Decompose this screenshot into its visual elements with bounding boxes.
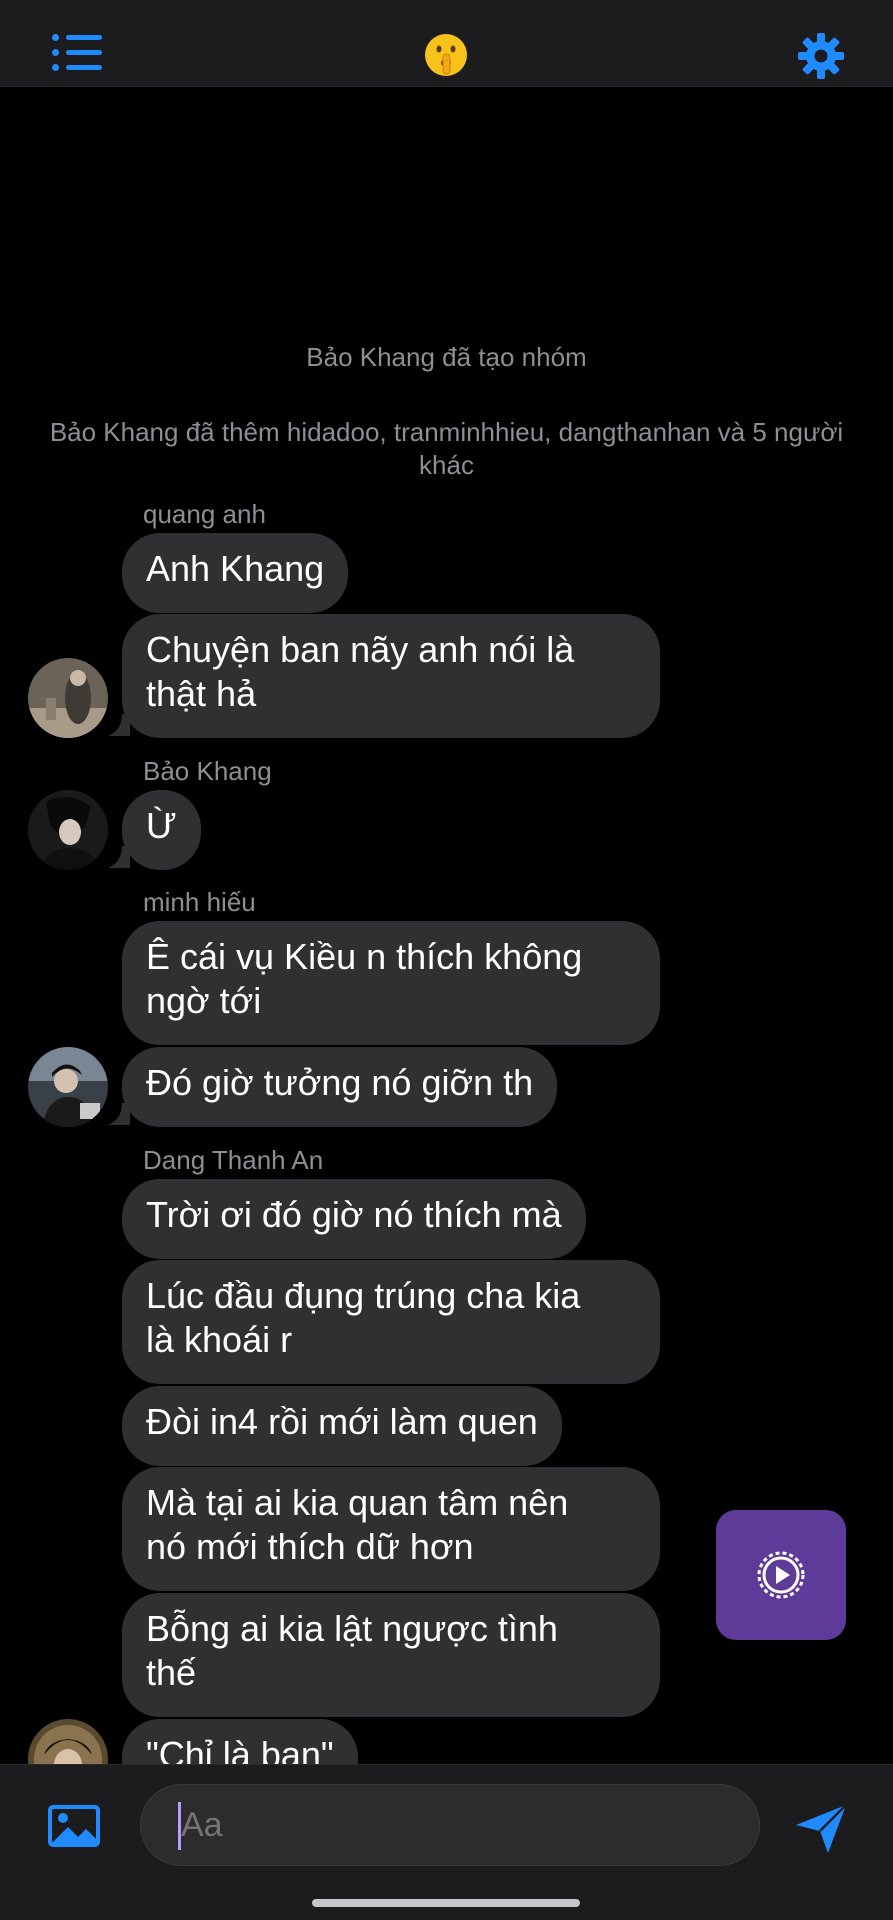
message-bubble[interactable]: Ê cái vụ Kiều n thích không ngờ tới xyxy=(122,921,660,1045)
message-bubble[interactable]: Mà tại ai kia quan tâm nên nó mới thích … xyxy=(122,1467,660,1591)
message-bubble[interactable]: Chuyện ban nãy anh nói là thật hả xyxy=(122,614,660,738)
avatar[interactable] xyxy=(28,790,108,870)
sender-name: minh hiếu xyxy=(143,887,256,917)
home-indicator xyxy=(312,1899,580,1907)
play-circle-icon xyxy=(757,1551,805,1599)
system-message: Bảo Khang đã tạo nhóm xyxy=(306,342,587,372)
message-input[interactable] xyxy=(140,1784,760,1866)
bubble-tail xyxy=(108,1103,130,1125)
sender-name: quang anh xyxy=(143,499,266,529)
bubble-tail xyxy=(108,714,130,736)
gear-icon[interactable] xyxy=(796,31,846,81)
message-bubble[interactable]: Anh Khang xyxy=(122,533,349,613)
message-bubble[interactable]: "Chỉ là bạn" xyxy=(122,1719,358,1764)
shushing-face-emoji xyxy=(425,34,467,76)
message-composer xyxy=(0,1764,893,1920)
sender-name: Dang Thanh An xyxy=(143,1145,324,1175)
message-bubble[interactable]: Lúc đầu đụng trúng cha kia là khoái r xyxy=(122,1260,660,1384)
top-bar xyxy=(0,0,893,87)
avatar[interactable] xyxy=(28,658,108,738)
text-caret xyxy=(178,1802,181,1850)
message-bubble[interactable]: Đòi in4 rồi mới làm quen xyxy=(122,1386,562,1466)
bubble-tail xyxy=(108,846,130,868)
system-message: Bảo Khang đã thêm hidadoo, tranminhhieu,… xyxy=(49,417,844,480)
chat-screen: Bảo Khang đã tạo nhóm Bảo Khang đã thêm … xyxy=(0,0,893,1920)
avatar[interactable] xyxy=(28,1719,108,1764)
message-bubble[interactable]: Ừ xyxy=(122,790,201,870)
message-bubble[interactable]: Bỗng ai kia lật ngược tình thế xyxy=(122,1593,660,1717)
message-bubble[interactable]: Đó giờ tưởng nó giỡn th xyxy=(122,1047,558,1127)
message-bubble[interactable]: Trời ơi đó giờ nó thích mà xyxy=(122,1179,586,1259)
send-icon[interactable] xyxy=(794,1803,848,1855)
floating-play-button[interactable] xyxy=(716,1510,846,1640)
avatar[interactable] xyxy=(28,1047,108,1127)
image-icon[interactable] xyxy=(46,1803,102,1849)
sender-name: Bảo Khang xyxy=(143,756,272,786)
list-menu-icon[interactable] xyxy=(52,32,104,74)
